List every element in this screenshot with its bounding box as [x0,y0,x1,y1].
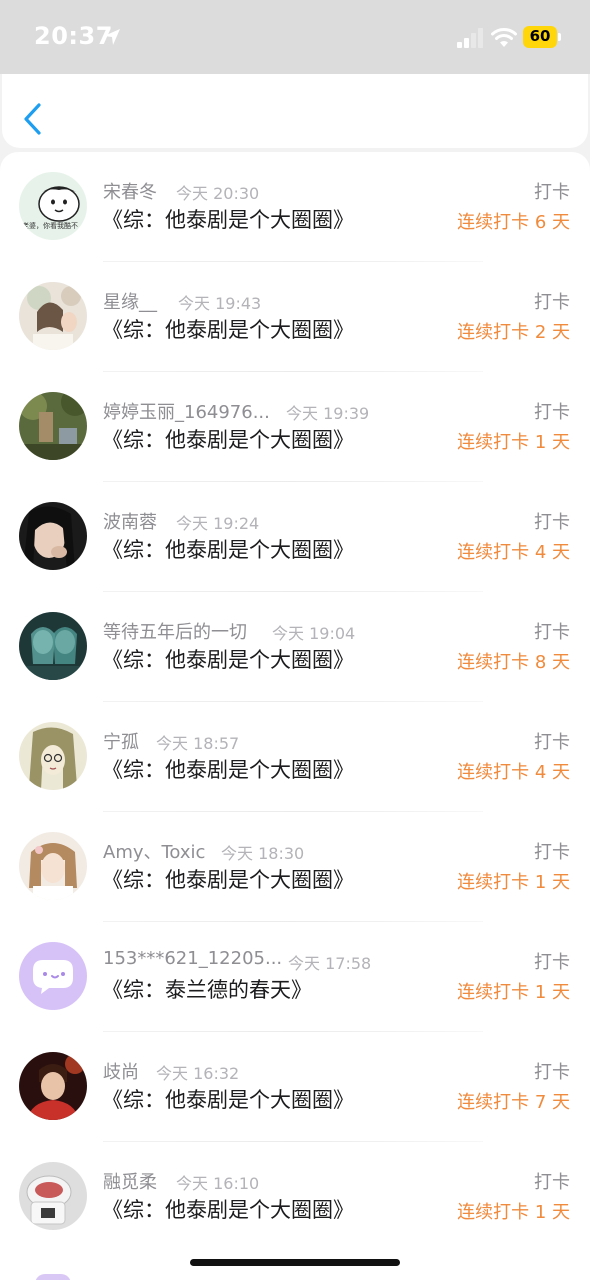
cellular-signal-icon [457,28,483,48]
home-indicator[interactable] [190,1259,400,1266]
avatar[interactable] [19,1052,87,1120]
row-name: Amy、Toxic [103,842,206,863]
list-item[interactable]: 星缘__ 今天 19:43 《综：他泰剧是个大圈圈》 打卡 连续打卡 2 天 [0,262,590,372]
avatar[interactable] [19,392,87,460]
list-item[interactable]: 波南蓉 今天 19:24 《综：他泰剧是个大圈圈》 打卡 连续打卡 4 天 [0,482,590,592]
wifi-icon [491,28,517,47]
avatar-caption: 老婆，你看我酷不 [22,221,78,230]
avatar[interactable]: 老婆，你看我酷不 [19,172,87,240]
row-time: 今天 19:24 [176,514,260,533]
row-title: 《综：他泰剧是个大圈圈》 [102,428,354,452]
row-name: 153***621_12205... [103,948,283,969]
row-time: 今天 16:10 [176,1174,260,1193]
row-title: 《综：他泰剧是个大圈圈》 [102,648,354,672]
row-action: 打卡 [534,1172,570,1193]
row-time: 今天 19:39 [286,404,370,423]
row-action: 打卡 [534,182,570,203]
avatar[interactable] [19,942,87,1010]
row-title: 《综：他泰剧是个大圈圈》 [102,318,354,342]
checkin-list: 老婆，你看我酷不 宋春冬 今天 20:30 《综：他泰剧是个大圈圈》 打卡 连续… [0,152,590,1280]
chat-bubble-icon [19,942,87,1010]
battery-tip [558,33,561,41]
row-action: 打卡 [534,842,570,863]
status-bar: 20:37 60 [0,0,590,74]
chevron-left-icon[interactable] [22,102,44,136]
row-time: 今天 18:30 [221,844,305,863]
row-action: 打卡 [534,292,570,313]
avatar[interactable] [19,282,87,350]
row-streak: 连续打卡 2 天 [457,322,570,343]
avatar[interactable] [19,612,87,680]
row-streak: 连续打卡 7 天 [457,1092,570,1113]
row-action: 打卡 [534,622,570,643]
row-name: 宋春冬 [103,182,157,203]
row-streak: 连续打卡 6 天 [457,212,570,233]
row-name: 星缘__ [103,292,157,313]
row-action: 打卡 [534,402,570,423]
row-time: 今天 17:58 [288,954,372,973]
avatar[interactable] [19,502,87,570]
list-item[interactable]: 老婆，你看我酷不 宋春冬 今天 20:30 《综：他泰剧是个大圈圈》 打卡 连续… [0,152,590,262]
row-time: 今天 20:30 [176,184,260,203]
list-item[interactable]: Amy、Toxic 今天 18:30 《综：他泰剧是个大圈圈》 打卡 连续打卡 … [0,812,590,922]
row-name: 歧尚 [103,1062,139,1083]
row-name: 婷婷玉丽_164976... [103,402,270,423]
row-time: 今天 19:04 [272,624,356,643]
list-item[interactable]: 歧尚 今天 16:32 《综：他泰剧是个大圈圈》 打卡 连续打卡 7 天 [0,1032,590,1142]
row-streak: 连续打卡 4 天 [457,762,570,783]
screen: 20:37 60 老婆，你看我酷不 宋春冬 今天 20:30 《综：他泰剧是个大… [0,0,590,1280]
row-name: 等待五年后的一切 [103,622,247,643]
avatar[interactable] [19,722,87,790]
location-arrow-icon [104,29,120,45]
battery-level: 60 [529,27,551,45]
avatar[interactable] [19,832,87,900]
row-name: 波南蓉 [103,512,157,533]
list-item[interactable]: 153***621_12205... 今天 17:58 《综：泰兰德的春天》 打… [0,922,590,1032]
row-action: 打卡 [534,952,570,973]
row-time: 今天 19:43 [178,294,262,313]
row-action: 打卡 [534,732,570,753]
row-time: 今天 18:57 [156,734,240,753]
avatar[interactable] [35,1274,71,1280]
row-time: 今天 16:32 [156,1064,240,1083]
row-title: 《综：他泰剧是个大圈圈》 [102,208,354,232]
row-streak: 连续打卡 1 天 [457,432,570,453]
row-title: 《综：他泰剧是个大圈圈》 [102,758,354,782]
row-name: 宁孤 [103,732,139,753]
row-title: 《综：他泰剧是个大圈圈》 [102,1198,354,1222]
row-title: 《综：泰兰德的春天》 [102,978,312,1002]
row-streak: 连续打卡 1 天 [457,1202,570,1223]
nav-bar [2,74,588,148]
row-streak: 连续打卡 1 天 [457,982,570,1003]
list-item[interactable]: 婷婷玉丽_164976... 今天 19:39 《综：他泰剧是个大圈圈》 打卡 … [0,372,590,482]
row-action: 打卡 [534,1062,570,1083]
row-streak: 连续打卡 8 天 [457,652,570,673]
row-title: 《综：他泰剧是个大圈圈》 [102,538,354,562]
row-action: 打卡 [534,512,570,533]
list-item[interactable]: 等待五年后的一切 今天 19:04 《综：他泰剧是个大圈圈》 打卡 连续打卡 8… [0,592,590,702]
row-streak: 连续打卡 1 天 [457,872,570,893]
row-title: 《综：他泰剧是个大圈圈》 [102,1088,354,1112]
list-item[interactable]: 宁孤 今天 18:57 《综：他泰剧是个大圈圈》 打卡 连续打卡 4 天 [0,702,590,812]
row-title: 《综：他泰剧是个大圈圈》 [102,868,354,892]
row-name: 融觅柔 [103,1172,157,1193]
avatar[interactable] [19,1162,87,1230]
list-item[interactable]: 融觅柔 今天 16:10 《综：他泰剧是个大圈圈》 打卡 连续打卡 1 天 [0,1142,590,1252]
battery-icon: 60 [523,26,561,48]
row-streak: 连续打卡 4 天 [457,542,570,563]
